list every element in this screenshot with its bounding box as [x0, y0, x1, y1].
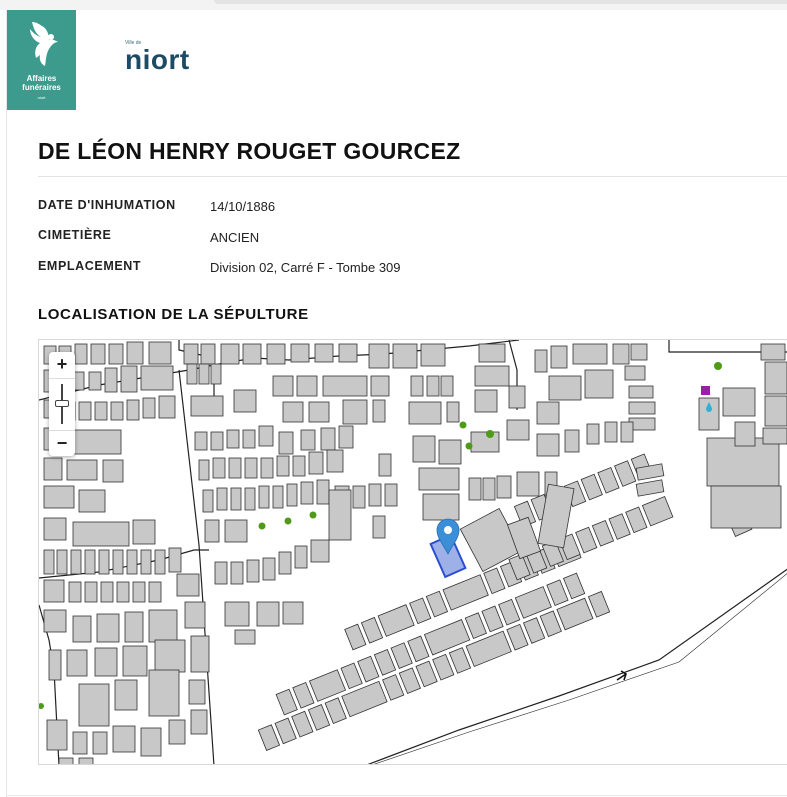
brand-line-3: niort [37, 95, 46, 100]
deceased-name-title: DE LÉON HENRY ROUGET GOURCEZ [38, 138, 461, 164]
zoom-out-button[interactable]: − [49, 430, 75, 457]
dove-icon [30, 22, 58, 66]
bottom-divider [7, 795, 787, 796]
zoom-in-button[interactable]: + [49, 352, 75, 379]
field-label-cemetery: CIMETIÈRE [38, 228, 112, 242]
brand-line-2: funéraires [22, 83, 61, 92]
field-value-cemetery: ANCIEN [210, 230, 260, 245]
map-feature-square [701, 386, 710, 395]
browser-top-strip [0, 0, 787, 10]
page: Affaires funéraires niort Ville de niort… [6, 10, 787, 797]
brand-line-1: Affaires [26, 74, 57, 83]
field-value-date: 14/10/1886 [210, 199, 276, 214]
brand-logo[interactable]: Affaires funéraires niort [7, 10, 76, 110]
north-arrow-icon [616, 670, 627, 681]
field-value-location: Division 02, Carré F - Tombe 309 [210, 260, 401, 275]
cemetery-map[interactable]: + − [38, 339, 787, 765]
map-canvas[interactable] [39, 340, 787, 765]
field-label-location: EMPLACEMENT [38, 259, 142, 273]
zoom-control: + − [49, 352, 75, 456]
browser-tab-edge [214, 0, 787, 4]
city-logo-name: niort [125, 44, 190, 75]
map-section-title: LOCALISATION DE LA SÉPULTURE [38, 306, 309, 323]
title-divider [38, 176, 787, 177]
zoom-slider-handle[interactable] [55, 400, 69, 407]
field-label-date: DATE D'INHUMATION [38, 198, 176, 212]
